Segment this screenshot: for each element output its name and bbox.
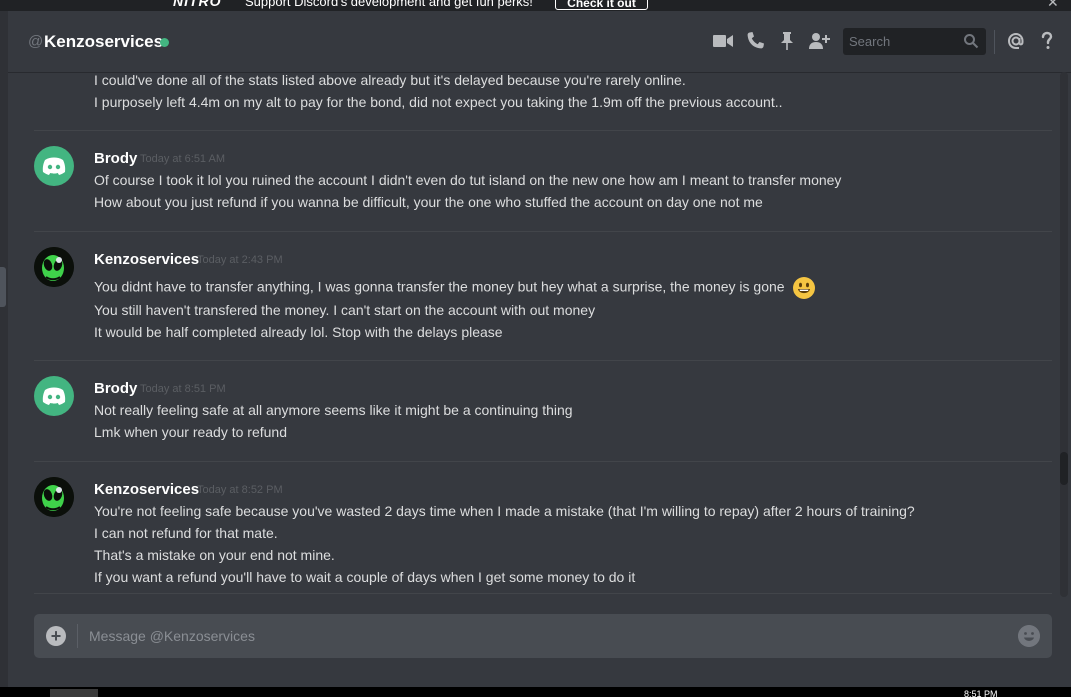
left-panel-edge — [0, 11, 8, 687]
video-call-icon[interactable] — [711, 29, 735, 53]
dm-title: Kenzoservices — [44, 32, 164, 51]
search-icon — [964, 34, 979, 49]
message-divider — [34, 130, 1052, 131]
message-line: You still haven't transfered the money. … — [94, 302, 596, 318]
mention-icon[interactable] — [1004, 29, 1028, 53]
timestamp: Today at 6:51 AM — [140, 153, 225, 165]
message-line: It would be half completed already lol. … — [94, 324, 503, 340]
message-line: If you want a refund you'll have to wait… — [94, 569, 636, 585]
timestamp: Today at 8:51 PM — [140, 383, 226, 395]
avatar[interactable] — [34, 376, 74, 416]
message-line: Of course I took it lol you ruined the a… — [94, 172, 842, 188]
timestamp: Today at 2:43 PM — [197, 254, 283, 266]
pin-icon[interactable] — [775, 29, 799, 53]
search-box[interactable]: Search — [843, 28, 986, 55]
avatar[interactable] — [34, 477, 74, 517]
username[interactable]: Kenzoservices — [94, 481, 199, 498]
search-input[interactable]: Search — [849, 34, 890, 49]
username[interactable]: Brody — [94, 380, 137, 397]
message-divider — [34, 593, 1052, 594]
os-taskbar: 8:51 PM — [0, 687, 1071, 697]
close-icon[interactable]: ✕ — [1047, 0, 1059, 11]
message-input[interactable]: Message @Kenzoservices — [89, 628, 255, 644]
message-divider — [34, 461, 1052, 462]
alien-avatar-icon — [34, 477, 74, 517]
panel-collapse-handle[interactable] — [0, 267, 6, 307]
alien-avatar-icon — [34, 247, 74, 287]
nitro-banner: NITRO Support Discord's development and … — [0, 0, 1071, 11]
message-line: Lmk when your ready to refund — [94, 424, 287, 440]
at-icon: @ — [28, 33, 44, 50]
message-line: I could've done all of the stats listed … — [94, 72, 686, 88]
discord-logo-icon — [42, 387, 66, 405]
upload-plus-icon[interactable]: + — [46, 626, 66, 646]
header-divider — [994, 30, 995, 54]
message-line: You're not feeling safe because you've w… — [94, 503, 915, 519]
message-composer: + Message @Kenzoservices — [34, 614, 1052, 658]
message-line: I can not refund for that mate. — [94, 525, 278, 541]
scrollbar-thumb[interactable] — [1060, 452, 1068, 485]
username[interactable]: Kenzoservices — [94, 251, 199, 268]
nitro-check-it-out-button[interactable]: Check it out — [555, 0, 648, 10]
timestamp: Today at 8:52 PM — [197, 484, 283, 496]
avatar[interactable] — [34, 247, 74, 287]
message-list: I could've done all of the stats listed … — [8, 72, 1056, 602]
add-friend-icon[interactable] — [807, 29, 831, 53]
composer-divider — [77, 624, 78, 648]
taskbar-app-button[interactable] — [50, 689, 98, 697]
message-line: I purposely left 4.4m on my alt to pay f… — [94, 94, 783, 110]
discord-logo-icon — [42, 157, 66, 175]
nitro-logo: NITRO — [173, 0, 222, 9]
message-line: Not really feeling safe at all anymore s… — [94, 402, 573, 418]
taskbar-clock: 8:51 PM — [964, 689, 998, 697]
voice-call-icon[interactable] — [743, 29, 767, 53]
channel-header: @ Kenzoservices Search — [8, 11, 1071, 72]
message-line: That's a mistake on your end not mine. — [94, 547, 335, 563]
emoji-picker-icon[interactable] — [1018, 625, 1040, 647]
message-scrollbar[interactable] — [1060, 72, 1068, 597]
smiley-emoji-icon — [793, 277, 816, 299]
message-divider — [34, 360, 1052, 361]
message-divider — [34, 231, 1052, 232]
message-line: How about you just refund if you wanna b… — [94, 194, 763, 210]
message-line: You didnt have to transfer anything, I w… — [94, 276, 816, 300]
avatar[interactable] — [34, 146, 74, 186]
help-icon[interactable] — [1035, 29, 1059, 53]
username[interactable]: Brody — [94, 150, 137, 167]
online-status-icon — [160, 38, 169, 47]
nitro-banner-text: Support Discord's development and get fu… — [245, 0, 533, 9]
